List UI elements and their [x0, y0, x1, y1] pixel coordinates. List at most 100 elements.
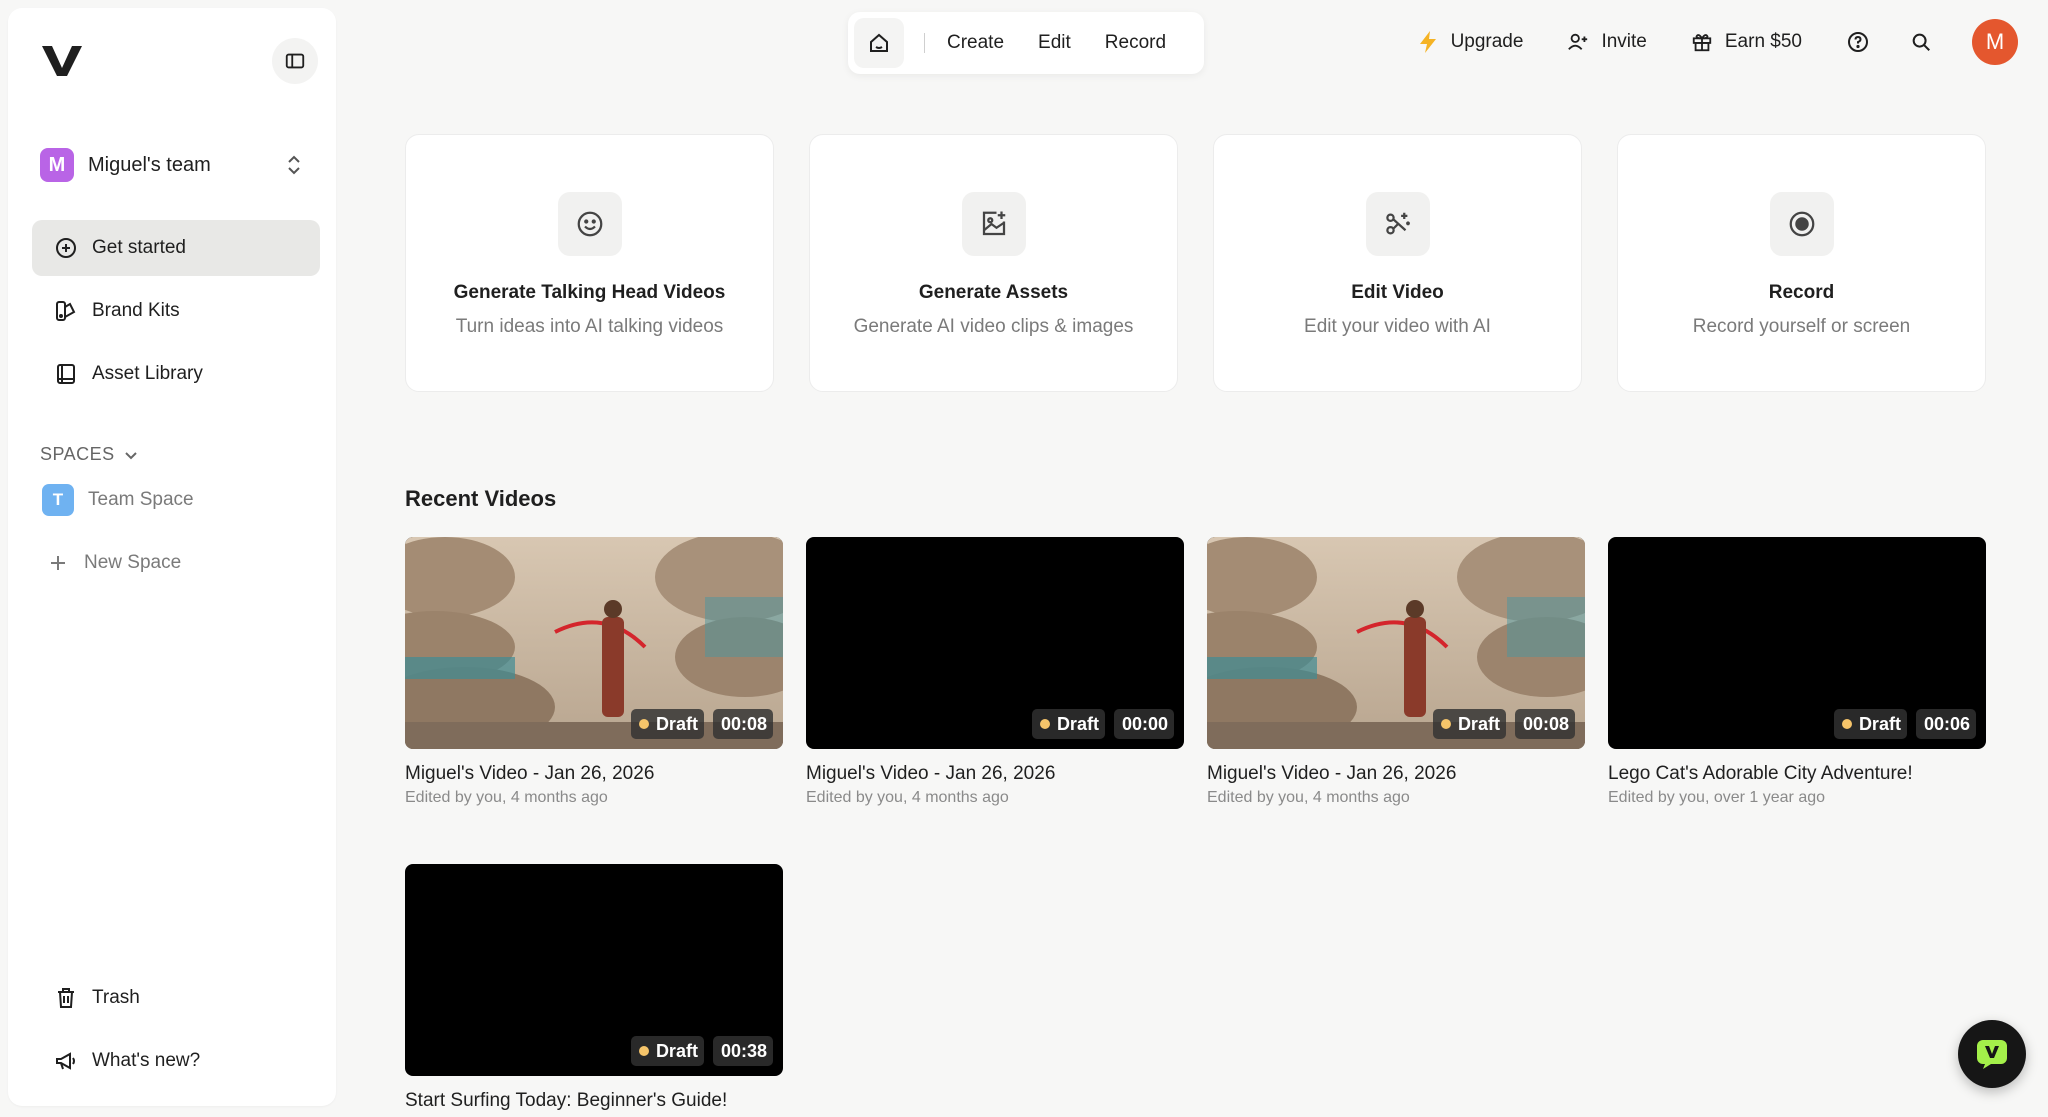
book-icon: [57, 364, 75, 384]
new-space-button[interactable]: New Space: [48, 543, 328, 583]
upgrade-button[interactable]: Upgrade: [1417, 30, 1523, 54]
lightning-icon: [1419, 31, 1436, 53]
new-space-label: New Space: [84, 552, 182, 573]
status-badge: Draft: [630, 1036, 704, 1066]
card-subtitle: Edit your video with AI: [1304, 316, 1491, 337]
draft-dot-icon: [1039, 719, 1050, 729]
video-badges: Draft 00:08: [1424, 709, 1575, 739]
sidebar-item-brand-kits[interactable]: Brand Kits: [32, 283, 320, 339]
sidebar-bottom-nav: Trash What's new?: [32, 970, 320, 1096]
card-title: Record: [1768, 282, 1835, 303]
video-title[interactable]: Lego Cat's Adorable City Adventure!: [1608, 763, 1986, 785]
card-generate-assets[interactable]: Generate Assets Generate AI video clips …: [809, 134, 1178, 392]
card-talking-head[interactable]: Generate Talking Head Videos Turn ideas …: [405, 134, 774, 392]
status-text: Draft: [655, 1040, 698, 1061]
nav-create[interactable]: Create: [947, 32, 1004, 54]
video-card[interactable]: Draft 00:38 Start Surfing Today: Beginne…: [405, 864, 783, 1112]
user-avatar[interactable]: M: [1972, 19, 2018, 65]
video-title[interactable]: Start Surfing Today: Beginner's Guide!: [405, 1090, 783, 1112]
card-edit-video[interactable]: Edit Video Edit your video with AI: [1213, 134, 1582, 392]
help-button[interactable]: [1846, 30, 1870, 54]
video-meta: Edited by you, over 1 year ago: [1608, 789, 1826, 806]
space-avatar: T: [42, 484, 74, 516]
card-record[interactable]: Record Record yourself or screen: [1617, 134, 1986, 392]
video-thumbnail[interactable]: Draft 00:08: [405, 537, 783, 749]
record-icon: [1769, 192, 1834, 256]
status-badge: Draft: [1432, 709, 1506, 739]
draft-dot-icon: [1440, 719, 1451, 729]
video-title[interactable]: Miguel's Video - Jan 26, 2026: [405, 763, 783, 785]
plus-circle-icon: [56, 238, 76, 258]
recent-videos-title: Recent Videos: [405, 486, 557, 511]
chat-support-button[interactable]: [1958, 1020, 2026, 1088]
search-button[interactable]: [1910, 31, 1932, 53]
video-badges: Draft 00:38: [622, 1036, 773, 1066]
video-title[interactable]: Miguel's Video - Jan 26, 2026: [1207, 763, 1585, 785]
duration-badge: 00:08: [1514, 709, 1575, 739]
space-item-team-space[interactable]: T Team Space: [42, 480, 322, 520]
v-logo-icon[interactable]: [40, 38, 84, 82]
sidebar-item-whats-new[interactable]: What's new?: [32, 1033, 320, 1089]
divider: [924, 33, 925, 53]
status-text: Draft: [1056, 713, 1099, 734]
image-sparkle-icon: [961, 192, 1026, 256]
space-label: Team Space: [88, 489, 194, 510]
video-title[interactable]: Miguel's Video - Jan 26, 2026: [806, 763, 1184, 785]
top-navigation: Create Edit Record: [848, 12, 1204, 74]
video-thumbnail[interactable]: Draft 00:08: [1207, 537, 1585, 749]
card-subtitle: Record yourself or screen: [1692, 316, 1911, 337]
card-subtitle: Generate AI video clips & images: [853, 316, 1134, 337]
draft-dot-icon: [1841, 719, 1852, 729]
draft-dot-icon: [638, 719, 649, 729]
earn-button[interactable]: Earn $50: [1691, 31, 1802, 53]
video-card[interactable]: Draft 00:08 Miguel's Video - Jan 26, 202…: [1207, 537, 1585, 807]
sidebar-item-label: Asset Library: [92, 363, 203, 384]
video-card[interactable]: Draft 00:08 Miguel's Video - Jan 26, 202…: [405, 537, 783, 807]
card-subtitle: Turn ideas into AI talking videos: [455, 316, 724, 337]
feature-cards: Generate Talking Head Videos Turn ideas …: [405, 134, 1986, 392]
status-text: Draft: [1457, 713, 1500, 734]
status-badge: Draft: [1833, 709, 1907, 739]
home-button[interactable]: [854, 18, 904, 68]
user-plus-icon: [1568, 33, 1588, 50]
invite-label: Invite: [1601, 31, 1647, 52]
video-badges: Draft 00:00: [1023, 709, 1174, 739]
status-text: Draft: [655, 713, 698, 734]
sidebar-item-asset-library[interactable]: Asset Library: [32, 346, 320, 402]
plus-icon: [51, 556, 65, 570]
nav-record[interactable]: Record: [1105, 32, 1166, 54]
sidebar-item-label: Get started: [92, 237, 186, 258]
spaces-section-toggle[interactable]: SPACES: [40, 444, 139, 465]
invite-button[interactable]: Invite: [1567, 31, 1647, 53]
sidebar-toggle-button[interactable]: [272, 38, 318, 84]
status-badge: Draft: [630, 709, 704, 739]
card-title: Generate Assets: [918, 282, 1069, 303]
video-card[interactable]: Draft 00:00 Miguel's Video - Jan 26, 202…: [806, 537, 1184, 807]
chevron-down-icon: [124, 451, 137, 459]
megaphone-icon: [56, 1052, 75, 1070]
sidebar: M Miguel's team Get started Brand Kits A…: [8, 8, 336, 1106]
chevron-updown-icon: [288, 155, 300, 175]
video-meta: Edited by you, 4 months ago: [1207, 789, 1410, 806]
home-icon: [870, 33, 888, 52]
sidebar-item-get-started[interactable]: Get started: [32, 220, 320, 276]
gift-icon: [1692, 34, 1712, 52]
sidebar-nav: Get started Brand Kits Asset Library: [32, 220, 320, 409]
video-meta: Edited by you, 4 months ago: [405, 789, 608, 806]
scissors-sparkle-icon: [1365, 192, 1430, 256]
video-thumbnail[interactable]: Draft 00:06: [1608, 537, 1986, 749]
card-title: Generate Talking Head Videos: [453, 282, 726, 303]
sidebar-item-trash[interactable]: Trash: [32, 970, 320, 1026]
video-badges: Draft 00:08: [622, 709, 773, 739]
video-thumbnail[interactable]: Draft 00:00: [806, 537, 1184, 749]
video-card[interactable]: Draft 00:06 Lego Cat's Adorable City Adv…: [1608, 537, 1986, 807]
earn-label: Earn $50: [1724, 31, 1802, 52]
sidebar-item-label: Trash: [92, 987, 140, 1008]
nav-edit[interactable]: Edit: [1038, 32, 1071, 54]
video-badges: Draft 00:06: [1825, 709, 1976, 739]
draft-dot-icon: [638, 1046, 649, 1056]
search-icon: [1912, 33, 1930, 51]
video-thumbnail[interactable]: Draft 00:38: [405, 864, 783, 1076]
sidebar-item-label: What's new?: [92, 1050, 201, 1071]
team-switcher[interactable]: M Miguel's team: [40, 146, 314, 184]
